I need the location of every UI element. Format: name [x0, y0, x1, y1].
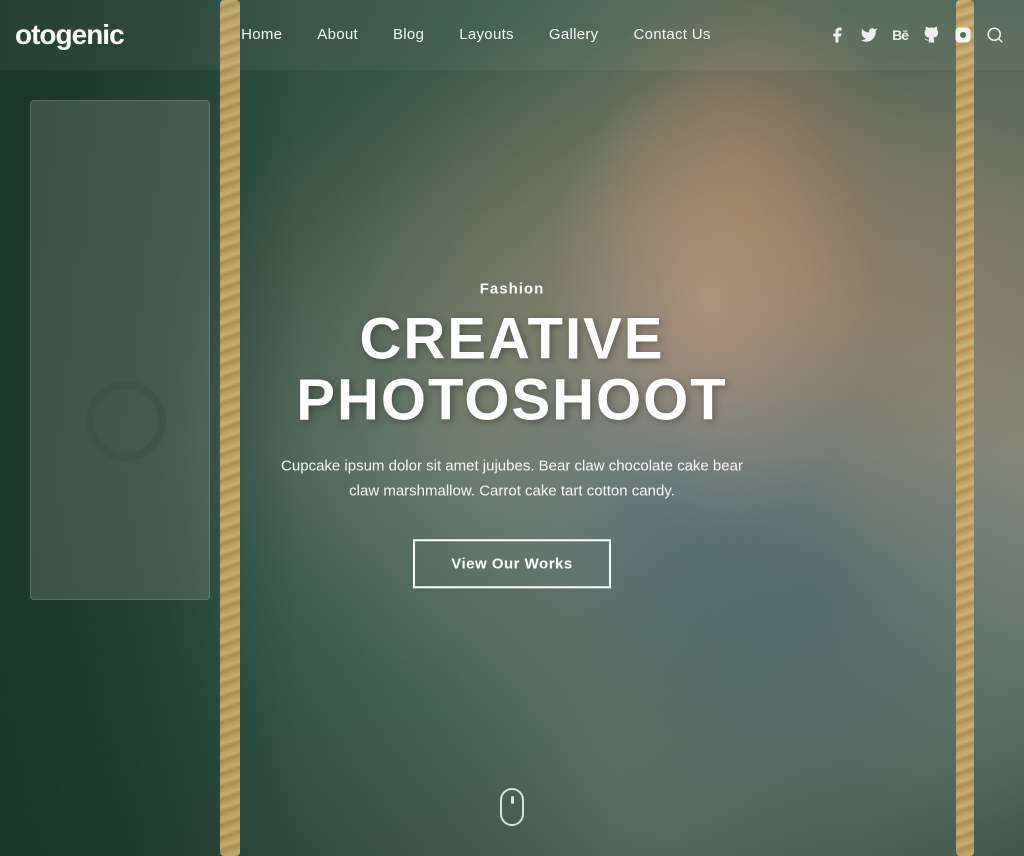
- nav-links: Home About Blog Layouts Gallery Contact …: [241, 26, 711, 44]
- behance-icon[interactable]: Bē: [892, 27, 908, 43]
- instagram-icon[interactable]: [954, 26, 972, 44]
- scroll-dot: [511, 796, 514, 804]
- social-icons: Bē: [828, 26, 1004, 44]
- nav-item-contact[interactable]: Contact Us: [633, 26, 710, 44]
- logo-text: otogenic: [15, 19, 124, 50]
- nav-link-about[interactable]: About: [317, 26, 358, 43]
- facebook-icon[interactable]: [828, 26, 846, 44]
- scroll-indicator[interactable]: [500, 788, 524, 826]
- nav-link-contact[interactable]: Contact Us: [633, 26, 710, 43]
- scroll-mouse: [500, 788, 524, 826]
- view-works-button[interactable]: View Our Works: [413, 539, 611, 588]
- wreath-decoration: [86, 381, 166, 461]
- nav-item-gallery[interactable]: Gallery: [549, 26, 599, 44]
- twitter-icon[interactable]: [860, 26, 878, 44]
- rope-right: [956, 0, 974, 856]
- nav-link-home[interactable]: Home: [241, 26, 282, 43]
- nav-item-about[interactable]: About: [317, 26, 358, 44]
- hero-section: otogenic Home About Blog Layouts Gallery…: [0, 0, 1024, 856]
- search-icon[interactable]: [986, 26, 1004, 44]
- hero-description: Cupcake ipsum dolor sit amet jujubes. Be…: [272, 453, 752, 504]
- nav-item-home[interactable]: Home: [241, 26, 282, 44]
- nav-link-blog[interactable]: Blog: [393, 26, 424, 43]
- nav-item-layouts[interactable]: Layouts: [459, 26, 514, 44]
- hero-content: Fashion CREATIVE PHOTOSHOOT Cupcake ipsu…: [212, 280, 812, 588]
- nav-item-blog[interactable]: Blog: [393, 26, 424, 44]
- nav-link-layouts[interactable]: Layouts: [459, 26, 514, 43]
- navbar: otogenic Home About Blog Layouts Gallery…: [0, 0, 1024, 70]
- nav-link-gallery[interactable]: Gallery: [549, 26, 599, 43]
- hero-category: Fashion: [212, 280, 812, 297]
- hero-title: CREATIVE PHOTOSHOOT: [212, 309, 812, 431]
- github-icon[interactable]: [922, 26, 940, 44]
- door-decoration: [30, 100, 210, 600]
- site-logo[interactable]: otogenic: [15, 19, 124, 51]
